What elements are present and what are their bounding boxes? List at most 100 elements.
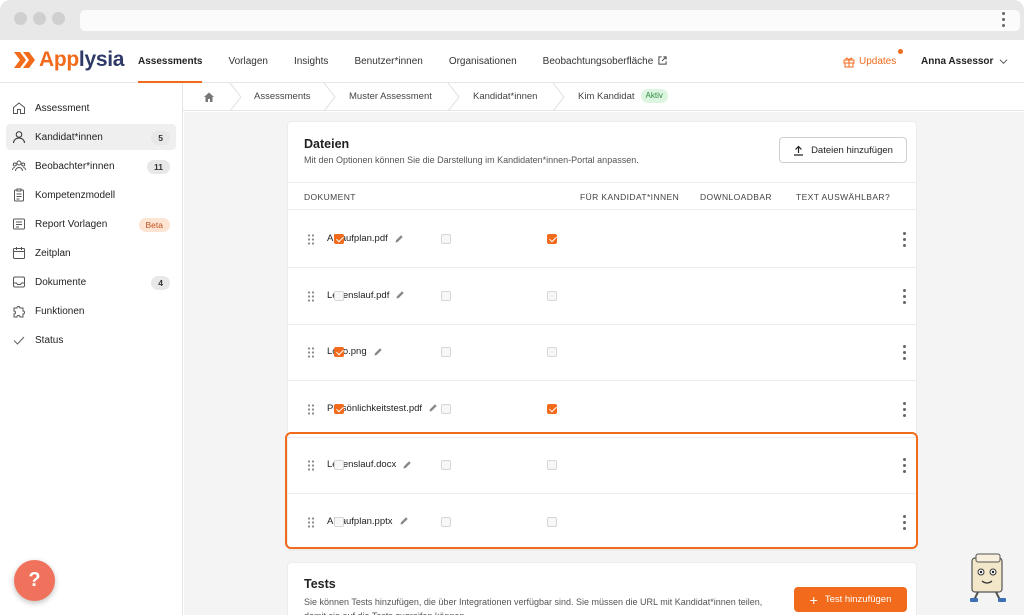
sidebar-item-assessment[interactable]: Assessment [6, 95, 176, 121]
sidebar-item-label: Kompetenzmodell [35, 189, 116, 201]
sidebar-item-report-vorlagen[interactable]: Report Vorlagen Beta [6, 211, 176, 237]
row-menu-icon[interactable] [903, 288, 907, 307]
table-row: Lebenslauf.pdf [288, 268, 916, 325]
breadcrumb-kandidaten[interactable]: Kandidat*innen [473, 83, 537, 111]
sidebar-item-kandidaten[interactable]: Kandidat*innen 5 [6, 124, 176, 150]
breadcrumb: Assessments Muster Assessment Kandidat*i… [183, 83, 1024, 111]
mascot-icon[interactable] [964, 552, 1012, 604]
checkbox-downloadable[interactable] [441, 516, 451, 527]
row-menu-icon[interactable] [903, 514, 907, 533]
home-icon[interactable] [203, 91, 215, 103]
files-card-subtitle: Mit den Optionen können Sie die Darstell… [304, 155, 639, 165]
add-test-button[interactable]: + Test hinzufügen [794, 587, 907, 612]
breadcrumb-separator [447, 83, 460, 111]
row-menu-icon[interactable] [903, 345, 907, 363]
clipboard-icon [14, 188, 24, 202]
drag-handle-icon[interactable] [307, 234, 315, 245]
tests-card-subtitle: Sie können Tests hinzufügen, die über In… [304, 597, 763, 615]
checkbox-downloadable[interactable] [441, 460, 451, 470]
checkbox-for-candidates[interactable] [334, 460, 344, 470]
nav-benutzer[interactable]: Benutzer*innen [341, 40, 435, 83]
pencil-icon[interactable] [402, 460, 412, 470]
maximize-window-icon[interactable] [52, 12, 65, 25]
sidebar-item-beobachter[interactable]: Beobachter*innen 11 [6, 153, 176, 179]
files-card: Dateien Mit den Optionen können Sie die … [287, 121, 917, 551]
sidebar-item-zeitplan[interactable]: Zeitplan [6, 240, 176, 266]
status-badge: Aktiv [640, 89, 668, 103]
logo-text: Applysia [39, 48, 125, 71]
checkbox-text-selectable[interactable] [547, 516, 557, 527]
checkbox-text-selectable[interactable] [547, 234, 557, 244]
drag-handle-icon[interactable] [307, 290, 315, 302]
breadcrumb-assessments[interactable]: Assessments [254, 83, 311, 111]
sidebar-item-label: Report Vorlagen [35, 218, 108, 230]
updates-button[interactable]: Updates [843, 40, 904, 83]
logo[interactable]: Applysia [14, 48, 124, 72]
checkbox-downloadable[interactable] [441, 403, 451, 414]
pencil-icon[interactable] [399, 516, 409, 526]
add-files-button[interactable]: Dateien hinzufügen [779, 137, 907, 163]
checkbox-for-candidates[interactable] [334, 290, 344, 301]
upload-icon [794, 145, 804, 156]
breadcrumb-separator [323, 83, 336, 111]
user-menu[interactable]: Anna Assessor [921, 40, 1008, 83]
puzzle-icon [13, 306, 25, 318]
row-menu-icon[interactable] [903, 458, 907, 476]
row-menu-icon[interactable] [903, 232, 907, 250]
tests-card-title: Tests [304, 577, 336, 591]
checkbox-downloadable[interactable] [441, 234, 451, 244]
home-icon [13, 102, 25, 114]
table-header: DOKUMENT FÜR KANDIDAT*INNEN DOWNLOADBAR … [288, 182, 916, 210]
pencil-icon[interactable] [395, 290, 405, 300]
drag-handle-icon[interactable] [307, 460, 315, 471]
breadcrumb-muster-assessment[interactable]: Muster Assessment [349, 83, 432, 111]
address-bar[interactable] [80, 10, 1020, 31]
main-nav: Assessments Vorlagen Insights Benutzer*i… [138, 40, 680, 83]
minimize-window-icon[interactable] [33, 12, 46, 25]
drag-handle-icon[interactable] [307, 516, 315, 528]
checkbox-text-selectable[interactable] [547, 403, 557, 414]
breadcrumb-separator [229, 83, 242, 111]
close-window-icon[interactable] [14, 12, 27, 25]
pencil-icon[interactable] [428, 403, 438, 413]
sidebar-item-status[interactable]: Status [6, 327, 176, 353]
sidebar-item-funktionen[interactable]: Funktionen [6, 298, 176, 324]
help-label: ? [28, 569, 41, 591]
checkbox-text-selectable[interactable] [547, 347, 557, 357]
nav-assessments[interactable]: Assessments [138, 40, 215, 83]
checkbox-downloadable[interactable] [441, 347, 451, 357]
row-menu-icon[interactable] [903, 401, 907, 420]
sidebar-item-kompetenzmodell[interactable]: Kompetenzmodell [6, 182, 176, 208]
pencil-icon[interactable] [373, 347, 383, 357]
drag-handle-icon[interactable] [307, 347, 315, 358]
sidebar-item-dokumente[interactable]: Dokumente 4 [6, 269, 176, 295]
checkbox-for-candidates[interactable] [334, 347, 344, 357]
notification-dot [898, 49, 904, 54]
help-button[interactable]: ? [14, 560, 55, 601]
checkbox-downloadable[interactable] [441, 290, 451, 301]
calendar-icon [13, 247, 25, 259]
drag-handle-icon[interactable] [307, 403, 315, 415]
browser-menu-icon[interactable] [1002, 12, 1006, 30]
checkbox-for-candidates[interactable] [334, 234, 344, 244]
nav-vorlagen[interactable]: Vorlagen [215, 40, 280, 83]
checkbox-for-candidates[interactable] [334, 403, 344, 414]
checkbox-text-selectable[interactable] [547, 290, 557, 301]
nav-beobachtungsoberflaeche[interactable]: Beobachtungsoberfläche [530, 40, 681, 83]
candidate-icon [13, 131, 25, 144]
checkbox-text-selectable[interactable] [547, 460, 557, 470]
nav-beobachtungsoberflaeche-label: Beobachtungsoberfläche [542, 56, 654, 67]
table-row: Persönlichkeitstest.pdf [288, 381, 916, 438]
breadcrumb-separator [552, 83, 565, 111]
add-files-label: Dateien hinzufügen [811, 144, 893, 156]
nav-organisationen[interactable]: Organisationen [436, 40, 530, 83]
pencil-icon[interactable] [394, 234, 404, 244]
external-link-icon [658, 56, 667, 65]
nav-insights[interactable]: Insights [281, 40, 341, 83]
updates-label: Updates [859, 56, 897, 67]
breadcrumb-kim-kandidat: Kim Kandidat [578, 91, 635, 102]
column-header-document: DOKUMENT [304, 192, 356, 202]
count-badge: 4 [151, 276, 170, 290]
checkbox-for-candidates[interactable] [334, 516, 344, 527]
file-name-label: Logo.png [327, 346, 367, 357]
